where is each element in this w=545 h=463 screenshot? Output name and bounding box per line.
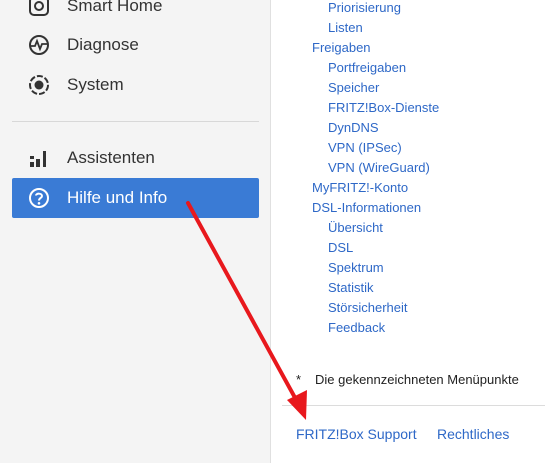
link-speicher[interactable]: Speicher (328, 80, 379, 95)
nav-item-label: Smart Home (67, 0, 163, 15)
smart-home-icon (28, 0, 50, 17)
system-icon (28, 74, 50, 96)
link-freigaben[interactable]: Freigaben (312, 40, 371, 55)
footer-divider (282, 405, 545, 406)
help-content: Priorisierung Listen Freigaben Portfreig… (272, 0, 545, 463)
link-myfritz-konto[interactable]: MyFRITZ!-Konto (312, 180, 408, 195)
link-feedback[interactable]: Feedback (328, 320, 385, 335)
link-vpn-ipsec[interactable]: VPN (IPSec) (328, 140, 402, 155)
footnote-marker: * (296, 372, 302, 387)
link-dyndns[interactable]: DynDNS (328, 120, 379, 135)
link-portfreigaben[interactable]: Portfreigaben (328, 60, 406, 75)
footnote: * Die gekennzeichneten Menüpunkte (296, 372, 519, 387)
link-statistik[interactable]: Statistik (328, 280, 374, 295)
nav-item-smart-home[interactable]: Smart Home (12, 0, 259, 26)
assistant-icon (28, 147, 50, 169)
link-vpn-wireguard[interactable]: VPN (WireGuard) (328, 160, 430, 175)
nav-item-label: Diagnose (67, 35, 139, 54)
diagnose-icon (28, 34, 50, 56)
link-uebersicht[interactable]: Übersicht (328, 220, 383, 235)
nav-item-assistenten[interactable]: Assistenten (12, 138, 259, 178)
link-fritzbox-dienste[interactable]: FRITZ!Box-Dienste (328, 100, 439, 115)
help-icon (28, 187, 50, 209)
footnote-text: Die gekennzeichneten Menüpunkte (315, 372, 519, 387)
sidebar-divider (12, 121, 259, 122)
link-stoersicherheit[interactable]: Störsicherheit (328, 300, 407, 315)
link-listen[interactable]: Listen (328, 20, 363, 35)
nav-item-label: Assistenten (67, 148, 155, 167)
link-spektrum[interactable]: Spektrum (328, 260, 384, 275)
fritzbox-support-link[interactable]: FRITZ!Box Support (296, 426, 417, 442)
rechtliches-link[interactable]: Rechtliches (437, 426, 509, 442)
sidebar: Smart Home Diagnose System Assistenten H… (0, 0, 271, 463)
nav-item-label: Hilfe und Info (67, 188, 168, 207)
nav-item-system[interactable]: System (12, 65, 259, 105)
nav-item-diagnose[interactable]: Diagnose (12, 25, 259, 65)
nav-item-hilfe-und-info[interactable]: Hilfe und Info (12, 178, 259, 218)
link-dsl-informationen[interactable]: DSL-Informationen (312, 200, 421, 215)
nav-item-label: System (67, 75, 124, 94)
link-priorisierung[interactable]: Priorisierung (328, 0, 401, 15)
link-dsl[interactable]: DSL (328, 240, 353, 255)
